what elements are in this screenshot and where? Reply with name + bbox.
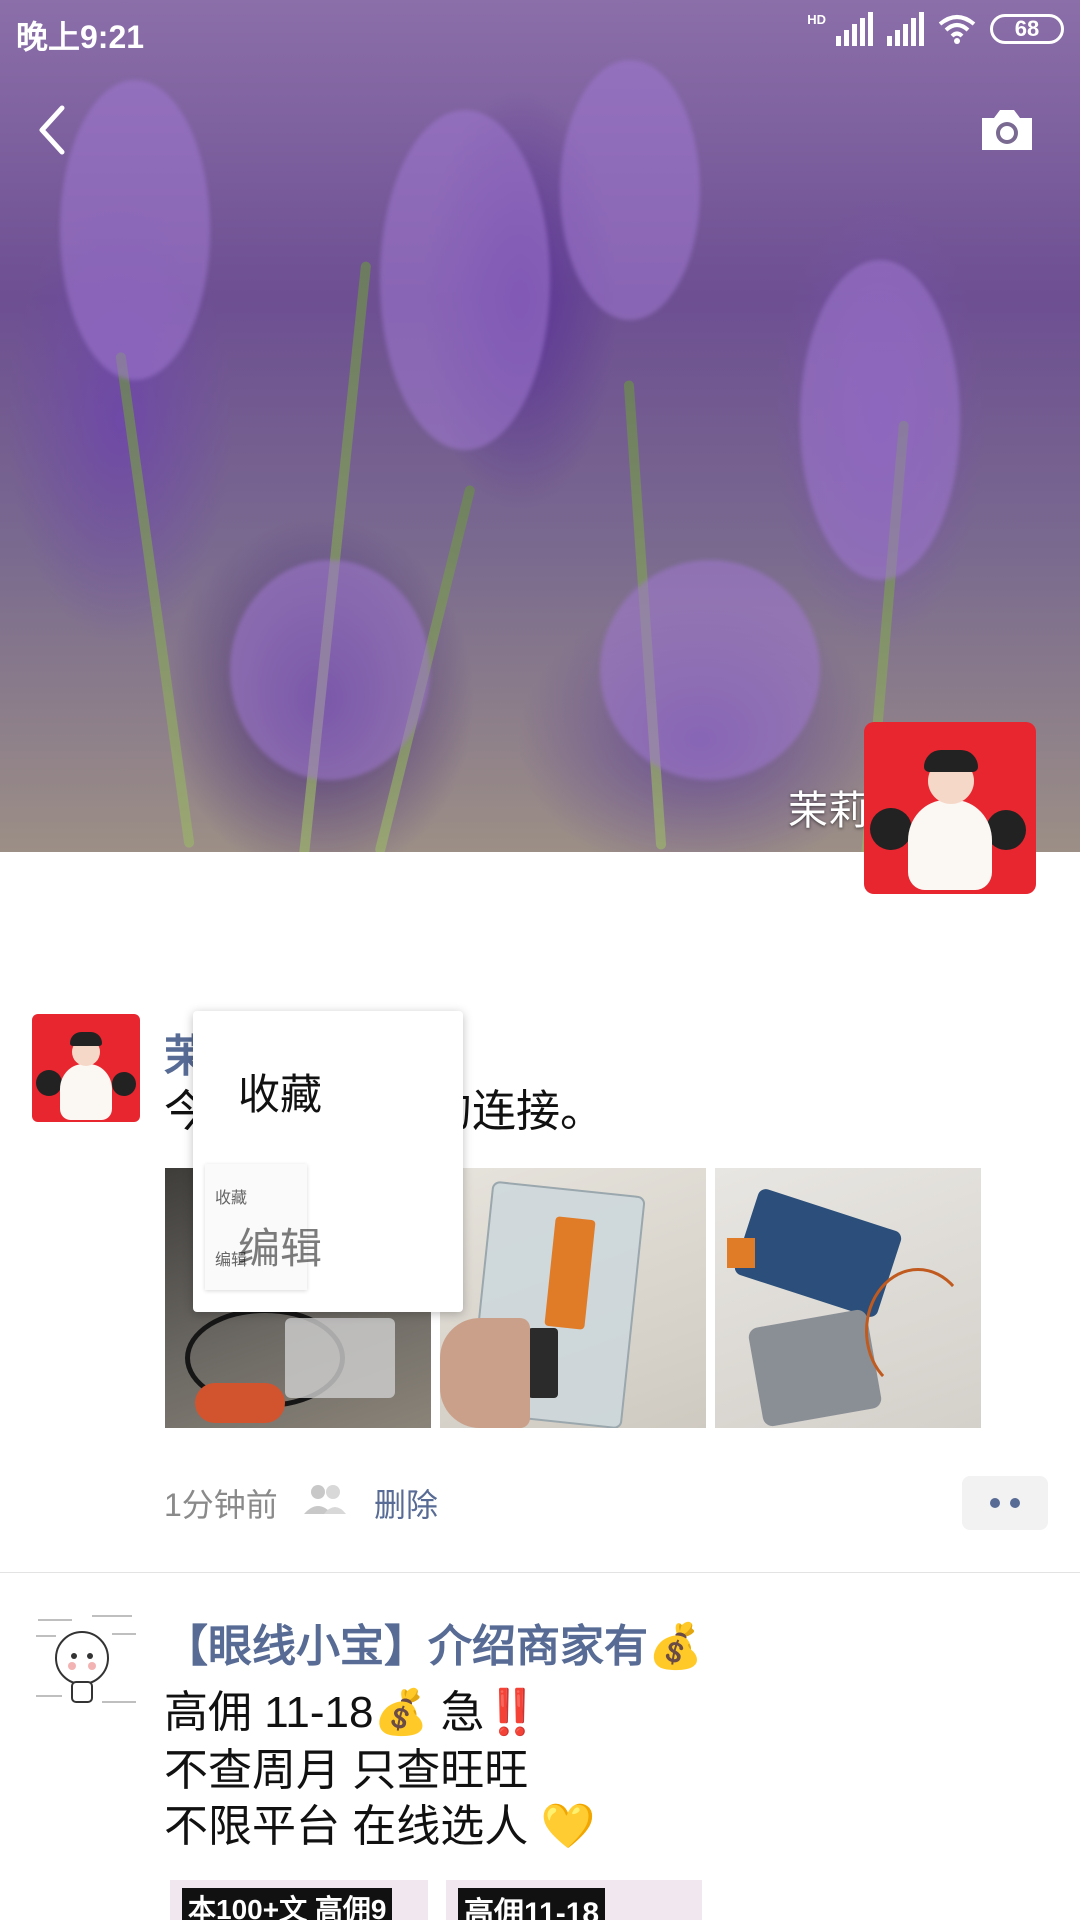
delete-link[interactable]: 删除 xyxy=(374,1480,438,1526)
battery-level: 68 xyxy=(1014,16,1040,41)
post2-photo-1[interactable]: 本100+文 高佣9 xyxy=(170,1880,428,1920)
post-photo-2[interactable] xyxy=(440,1168,706,1428)
dot-icon xyxy=(990,1498,1000,1508)
profile-avatar[interactable] xyxy=(864,722,1036,894)
merchant-avatar[interactable] xyxy=(32,1606,140,1714)
network-type-label: HD xyxy=(807,12,826,27)
post2-photo-1-label: 本100+文 高佣9 xyxy=(182,1888,393,1920)
post-author-avatar[interactable] xyxy=(32,1014,140,1122)
post2-author-name[interactable]: 【眼线小宝】介绍商家有💰 xyxy=(164,1610,703,1674)
visibility-icon[interactable] xyxy=(302,1482,348,1516)
ghost-item-favorite: 收藏 xyxy=(215,1190,248,1207)
battery-icon: 68 xyxy=(990,14,1064,44)
status-time: 晚上9:21 xyxy=(16,19,145,55)
divider xyxy=(0,1572,1080,1573)
post2-line-2: 不查周月 只查旺旺 xyxy=(164,1746,529,1795)
post2-photo-2[interactable]: 高佣11-18 xyxy=(446,1880,702,1920)
menu-item-favorite[interactable]: 收藏 xyxy=(238,1061,322,1122)
post-photo-3[interactable] xyxy=(715,1168,981,1428)
post-time: 1分钟前 xyxy=(164,1487,278,1523)
wifi-icon xyxy=(938,15,976,44)
dot-icon xyxy=(1010,1498,1020,1508)
more-options-button[interactable] xyxy=(962,1476,1048,1530)
menu-item-edit[interactable]: 编辑 xyxy=(238,1215,322,1276)
signal-icon xyxy=(887,12,924,46)
post2-photo-2-label: 高佣11-18 xyxy=(458,1888,606,1920)
cover-user-name: 茉莉 xyxy=(788,789,868,833)
camera-icon[interactable] xyxy=(978,106,1036,154)
post2-line-1: 高佣 11-18💰 急‼️ xyxy=(164,1688,540,1737)
signal-icon xyxy=(836,12,873,46)
status-bar: 晚上9:21 HD 68 xyxy=(0,0,1080,68)
post2-line-3: 不限平台 在线选人 💛 xyxy=(164,1802,596,1851)
back-icon[interactable] xyxy=(30,100,80,160)
context-menu: 收藏 收藏 编辑 编辑 xyxy=(193,1011,463,1312)
status-icons: HD 68 xyxy=(807,12,1064,46)
